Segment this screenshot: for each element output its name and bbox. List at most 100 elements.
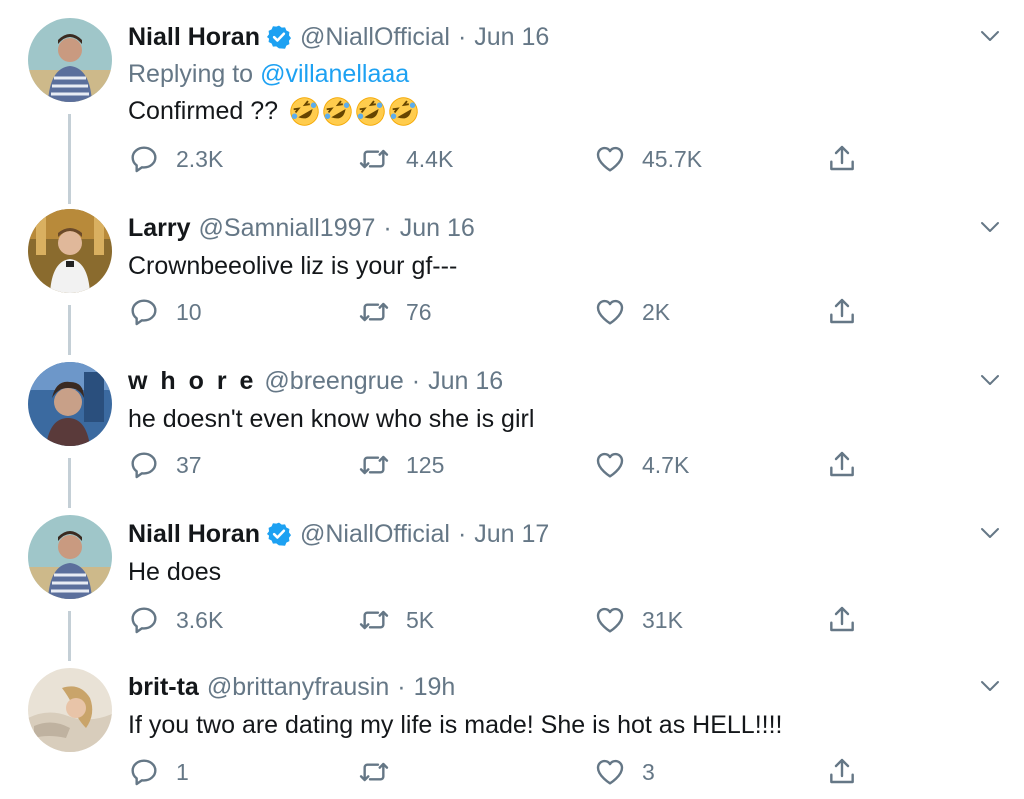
retweet-button[interactable]: 5K bbox=[358, 603, 434, 637]
share-button[interactable] bbox=[826, 603, 858, 637]
rolling-on-floor-laughing-emoji bbox=[356, 96, 385, 126]
separator-dot: · bbox=[457, 519, 467, 548]
tweet-text-content: He does bbox=[128, 557, 222, 586]
chevron-down-icon[interactable] bbox=[978, 215, 1002, 239]
display-name[interactable]: brit-ta bbox=[128, 673, 199, 702]
retweet-button[interactable]: 76 bbox=[358, 295, 432, 329]
like-count: 2K bbox=[642, 298, 671, 325]
share-button[interactable] bbox=[826, 755, 858, 789]
tweet-actions: 2.3K 4.4K 45.7K bbox=[128, 142, 868, 176]
share-icon bbox=[830, 298, 854, 324]
tweet-actions: 37 125 4.7K bbox=[128, 448, 868, 482]
like-button[interactable]: 45.7K bbox=[594, 142, 702, 176]
retweet-button[interactable] bbox=[358, 755, 406, 789]
user-handle[interactable]: @Samniall1997 bbox=[199, 214, 376, 243]
tweet-content: Niall Horan @NiallOfficial · Jun 17 He d… bbox=[128, 515, 988, 591]
reply-button[interactable]: 10 bbox=[128, 295, 202, 329]
chevron-down-icon[interactable] bbox=[978, 24, 1002, 48]
retweet-button[interactable]: 4.4K bbox=[358, 142, 453, 176]
reply-icon bbox=[131, 452, 157, 479]
reply-button[interactable]: 37 bbox=[128, 448, 202, 482]
tweet-content: brit-ta @brittanyfrausin · 19h If you tw… bbox=[128, 668, 988, 744]
like-button[interactable]: 2K bbox=[594, 295, 670, 329]
share-button[interactable] bbox=[826, 295, 858, 329]
tweet-timestamp[interactable]: Jun 16 bbox=[474, 23, 549, 52]
tweet-text-content: Confirmed ?? bbox=[128, 96, 279, 125]
replying-to-link[interactable]: @villanellaaa bbox=[260, 60, 409, 89]
reply-icon bbox=[131, 299, 157, 326]
tweet-text-content: If you two are dating my life is made! S… bbox=[128, 710, 783, 739]
share-button[interactable] bbox=[826, 142, 858, 176]
tweet-content: Niall Horan @NiallOfficial · Jun 16 Repl… bbox=[128, 18, 988, 130]
share-icon bbox=[830, 145, 854, 171]
tweet-content: Larry @Samniall1997 · Jun 16 Crownbeeoli… bbox=[128, 209, 988, 285]
like-button[interactable]: 3 bbox=[594, 755, 655, 789]
reply-button[interactable]: 2.3K bbox=[128, 142, 223, 176]
chevron-down-icon[interactable] bbox=[978, 368, 1002, 392]
retweet-count: 4.4K bbox=[406, 145, 454, 172]
tweet-text-content: he doesn't even know who she is girl bbox=[128, 404, 535, 433]
retweet-count: 125 bbox=[406, 451, 445, 478]
avatar[interactable] bbox=[28, 362, 112, 446]
like-count: 3 bbox=[642, 758, 655, 785]
tweet-content: w h o r e @breengrue · Jun 16 he doesn't… bbox=[128, 362, 988, 438]
share-icon bbox=[830, 451, 854, 477]
heart-icon bbox=[596, 299, 624, 325]
avatar[interactable] bbox=[28, 668, 112, 752]
reply-icon bbox=[131, 146, 157, 173]
user-handle[interactable]: @breengrue bbox=[264, 367, 403, 396]
user-handle[interactable]: @NiallOfficial bbox=[300, 23, 450, 52]
thread-connector-line bbox=[68, 114, 71, 204]
tweet-text: Crownbeeolive liz is your gf--- bbox=[128, 247, 988, 285]
tweet-header: Niall Horan @NiallOfficial · Jun 17 bbox=[128, 515, 988, 553]
like-button[interactable]: 31K bbox=[594, 603, 683, 637]
heart-icon bbox=[596, 146, 624, 172]
tweet-actions: 1 3 bbox=[128, 755, 868, 789]
user-handle[interactable]: @brittanyfrausin bbox=[207, 673, 389, 702]
avatar[interactable] bbox=[28, 515, 112, 599]
avatar[interactable] bbox=[28, 209, 112, 293]
tweet-timestamp[interactable]: Jun 16 bbox=[400, 214, 475, 243]
like-button[interactable]: 4.7K bbox=[594, 448, 689, 482]
thread-connector-line bbox=[68, 611, 71, 661]
retweet-icon bbox=[359, 762, 389, 782]
display-name[interactable]: Niall Horan bbox=[128, 520, 260, 549]
heart-icon bbox=[596, 607, 624, 633]
rolling-on-floor-laughing-emoji bbox=[323, 96, 352, 126]
reply-icon bbox=[131, 759, 157, 786]
tweet-timestamp[interactable]: 19h bbox=[414, 673, 456, 702]
retweet-icon bbox=[359, 149, 389, 169]
retweet-icon bbox=[359, 302, 389, 322]
chevron-down-icon[interactable] bbox=[978, 521, 1002, 545]
share-button[interactable] bbox=[826, 448, 858, 482]
retweet-button[interactable]: 125 bbox=[358, 448, 444, 482]
rolling-on-floor-laughing-emoji bbox=[389, 96, 418, 126]
reply-count: 10 bbox=[176, 298, 202, 325]
like-count: 31K bbox=[642, 606, 683, 633]
display-name[interactable]: Niall Horan bbox=[128, 23, 260, 52]
tweet-thread: Niall Horan @NiallOfficial · Jun 16 Repl… bbox=[0, 0, 1024, 799]
display-name[interactable]: w h o r e bbox=[128, 367, 256, 396]
rolling-on-floor-laughing-emoji bbox=[290, 96, 319, 126]
chevron-down-icon[interactable] bbox=[978, 674, 1002, 698]
tweet-item[interactable]: Larry @Samniall1997 · Jun 16 Crownbeeoli… bbox=[0, 209, 1024, 355]
reply-button[interactable]: 1 bbox=[128, 755, 189, 789]
thread-connector-line bbox=[68, 458, 71, 508]
tweet-item[interactable]: Niall Horan @NiallOfficial · Jun 17 He d… bbox=[0, 515, 1024, 661]
tweet-item[interactable]: brit-ta @brittanyfrausin · 19h If you tw… bbox=[0, 668, 1024, 799]
user-handle[interactable]: @NiallOfficial bbox=[300, 520, 450, 549]
tweet-timestamp[interactable]: Jun 16 bbox=[428, 367, 503, 396]
display-name[interactable]: Larry bbox=[128, 214, 191, 243]
reply-button[interactable]: 3.6K bbox=[128, 603, 223, 637]
avatar[interactable] bbox=[28, 18, 112, 102]
tweet-timestamp[interactable]: Jun 17 bbox=[474, 520, 549, 549]
heart-icon bbox=[596, 759, 624, 785]
tweet-header: w h o r e @breengrue · Jun 16 bbox=[128, 362, 988, 400]
tweet-item[interactable]: w h o r e @breengrue · Jun 16 he doesn't… bbox=[0, 362, 1024, 508]
retweet-icon bbox=[359, 610, 389, 630]
verified-badge-icon bbox=[266, 522, 292, 546]
reply-count: 2.3K bbox=[176, 145, 224, 172]
tweet-text: Confirmed ?? bbox=[128, 92, 988, 130]
separator-dot: · bbox=[397, 672, 406, 701]
tweet-item[interactable]: Niall Horan @NiallOfficial · Jun 16 Repl… bbox=[0, 18, 1024, 204]
